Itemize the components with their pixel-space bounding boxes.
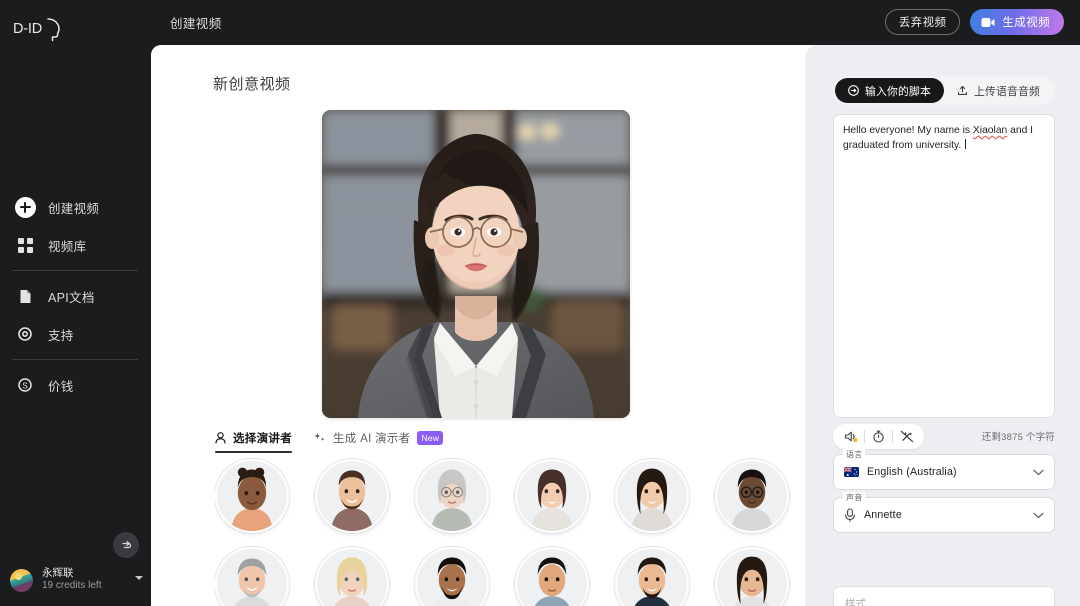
style-input[interactable]: 样式 <box>833 586 1055 606</box>
head-silhouette-icon: D-ID <box>13 18 60 42</box>
magic-wand-slash-icon <box>900 430 913 442</box>
flag-australia-icon <box>844 467 859 477</box>
ai-rewrite-button[interactable] <box>893 424 920 449</box>
presenter-option[interactable] <box>715 547 789 606</box>
user-account-button[interactable]: 永辉联 19 credits left <box>10 563 145 597</box>
sidebar-nav: 创建视频 视频库 API文档 支持 S 价钱 <box>12 188 138 404</box>
editor-title: 新创意视频 <box>213 76 291 93</box>
presenter-option[interactable] <box>415 547 489 606</box>
caret-down-icon <box>135 576 143 580</box>
presenter-option[interactable] <box>215 459 289 533</box>
sidebar-item-label: 创建视频 <box>48 201 100 216</box>
style-placeholder: 样式 <box>845 597 866 606</box>
tab-upload-audio[interactable]: 上传语音音频 <box>944 78 1053 103</box>
presenter-preview[interactable] <box>322 110 630 418</box>
svg-text:S: S <box>22 381 27 390</box>
script-toolbar: 还剩3875 个字符 <box>833 423 1055 449</box>
tab-select-presenter[interactable]: 选择演讲者 <box>215 430 292 453</box>
plus-circle-icon <box>14 196 36 218</box>
presenter-option[interactable] <box>515 459 589 533</box>
sidebar-divider <box>12 359 138 360</box>
page-title: 创建视频 <box>170 17 222 31</box>
sparkle-icon <box>314 433 325 441</box>
presenter-preview-image <box>322 110 630 418</box>
sidebar-item-create-video[interactable]: 创建视频 <box>12 188 138 226</box>
presenter-option[interactable] <box>615 459 689 533</box>
tab-label: 选择演讲者 <box>233 433 292 445</box>
voice-value: Annette <box>864 509 902 521</box>
volume-icon <box>844 431 857 442</box>
presenter-option[interactable] <box>715 459 789 533</box>
presenter-option[interactable] <box>615 547 689 606</box>
script-text-misspelled: Xiaolan <box>972 125 1008 136</box>
character-count: 还剩3875 个字符 <box>981 432 1055 443</box>
language-value: English (Australia) <box>867 466 957 478</box>
chevron-down-icon <box>1033 512 1044 518</box>
language-select[interactable]: 语言 English (Australia) <box>833 449 1055 490</box>
tab-label: 生成 AI 演示者 <box>333 433 411 445</box>
script-panel: 输入你的脚本 上传语音音频 Hello everyone! My name is… <box>805 45 1080 606</box>
sidebar-item-support[interactable]: 支持 <box>12 315 138 353</box>
presenter-grid <box>215 454 797 606</box>
user-name: 永辉联 <box>42 567 74 580</box>
sidebar-collapse-button[interactable] <box>113 532 139 558</box>
presenter-option[interactable] <box>515 547 589 606</box>
lifebuoy-icon <box>14 323 36 345</box>
user-credits: 19 credits left <box>42 580 102 592</box>
language-label: 语言 <box>843 449 866 460</box>
presenter-gallery <box>215 454 797 606</box>
tab-label: 上传语音音频 <box>974 85 1040 98</box>
sidebar-item-label: 视频库 <box>48 239 87 254</box>
tab-generate-ai-presenter[interactable]: 生成 AI 演示者 New <box>314 430 444 453</box>
generate-video-label: 生成视频 <box>1002 17 1050 29</box>
pause-timing-button[interactable] <box>865 424 892 449</box>
script-text: Hello everyone! My name is Xiaolan and I… <box>843 124 1045 153</box>
new-badge: New <box>417 430 444 446</box>
chevron-down-icon <box>1033 469 1044 475</box>
discard-video-button[interactable]: 丢弃视频 <box>884 9 961 35</box>
script-input[interactable]: Hello everyone! My name is Xiaolan and I… <box>833 114 1055 418</box>
brand-logo[interactable]: D-ID <box>10 12 70 46</box>
presenter-option[interactable] <box>315 547 389 606</box>
sidebar-item-api-docs[interactable]: API文档 <box>12 277 138 315</box>
presenter-option[interactable] <box>215 547 289 606</box>
upload-icon <box>958 85 967 95</box>
script-source-tabs: 输入你的脚本 上传语音音频 <box>833 76 1055 105</box>
top-bar: 创建视频 丢弃视频 生成视频 <box>151 0 1080 45</box>
script-text-before: Hello everyone! My name is <box>843 125 973 136</box>
presenter-option[interactable] <box>315 459 389 533</box>
voice-label: 声音 <box>843 492 866 503</box>
user-meta: 永辉联 19 credits left <box>42 567 101 593</box>
tab-label: 输入你的脚本 <box>865 85 931 98</box>
avatar <box>10 568 33 592</box>
generate-video-button[interactable]: 生成视频 <box>970 9 1064 35</box>
sidebar-divider <box>12 270 138 271</box>
sidebar-item-label: 价钱 <box>48 379 74 394</box>
video-camera-icon <box>981 17 995 27</box>
topbar-actions: 丢弃视频 生成视频 <box>884 9 1064 35</box>
volume-button[interactable] <box>837 424 864 449</box>
chat-bubble-icon <box>848 85 859 96</box>
collapse-arrow-icon <box>121 540 131 548</box>
sidebar-item-video-library[interactable]: 视频库 <box>12 226 138 264</box>
text-cursor <box>965 138 967 149</box>
stopwatch-icon <box>873 430 884 443</box>
microphone-icon <box>845 508 855 522</box>
document-icon <box>14 285 36 307</box>
presenter-tabs: 选择演讲者 生成 AI 演示者 New <box>215 430 444 453</box>
tab-enter-script[interactable]: 输入你的脚本 <box>835 78 944 103</box>
sidebar-item-label: API文档 <box>48 290 95 305</box>
voice-select[interactable]: 声音 Annette <box>833 492 1055 533</box>
script-tools-pill <box>833 423 924 449</box>
person-icon <box>215 432 226 444</box>
app-root: D-ID 创建视频 视频库 API文档 支持 S 价钱 永辉联 19 credi… <box>0 0 1080 606</box>
sidebar-item-label: 支持 <box>48 328 74 343</box>
svg-text:D-ID: D-ID <box>13 21 42 37</box>
grid-icon <box>14 234 36 256</box>
sidebar-item-pricing[interactable]: S 价钱 <box>12 366 138 404</box>
sidebar: D-ID 创建视频 视频库 API文档 支持 S 价钱 永辉联 19 credi… <box>0 0 151 606</box>
presenter-option[interactable] <box>415 459 489 533</box>
dollar-circle-icon: S <box>14 374 36 396</box>
